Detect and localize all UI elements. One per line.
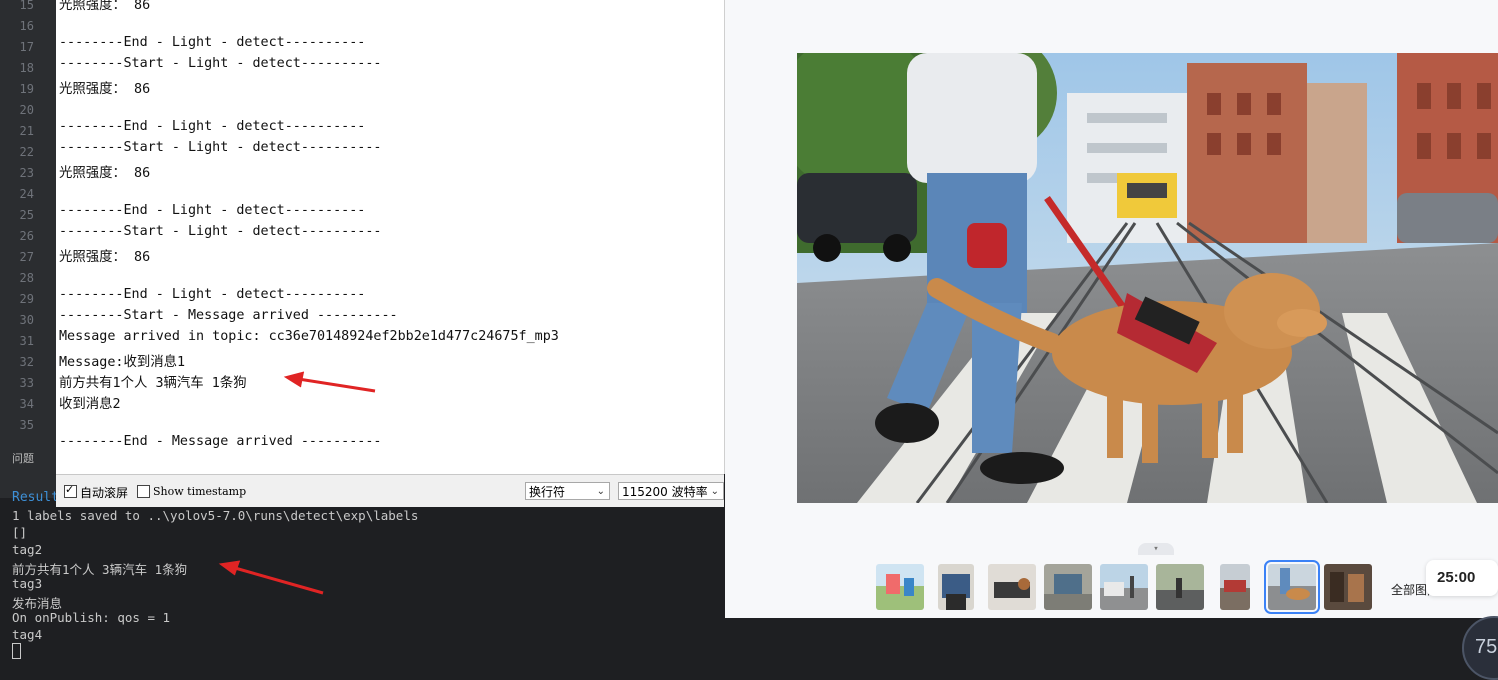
thumbnail-4[interactable] (1044, 564, 1092, 610)
thumbnail-9[interactable] (1324, 564, 1372, 610)
thumbnail-8-selected[interactable] (1264, 560, 1320, 614)
arrow-serial (283, 371, 376, 393)
timer-widget[interactable]: 25:00 (1426, 560, 1498, 596)
thumbnail-1[interactable] (876, 564, 924, 610)
timer-value: 25:00 (1437, 569, 1476, 586)
thumbnail-3[interactable] (988, 564, 1036, 610)
all-pictures-button[interactable]: 全部图, (1391, 581, 1431, 598)
thumbnail-strip-toggle[interactable]: ▾ (1138, 543, 1174, 555)
main-photo-guide-dog-crosswalk (797, 53, 1498, 503)
thumbnail-6[interactable] (1156, 564, 1204, 610)
arrow-console (218, 560, 324, 595)
thumbnail-2[interactable] (938, 564, 974, 610)
thumbnail-5[interactable] (1100, 564, 1148, 610)
thumbnail-7[interactable] (1220, 564, 1250, 610)
gauge-value: 75 (1475, 636, 1498, 658)
